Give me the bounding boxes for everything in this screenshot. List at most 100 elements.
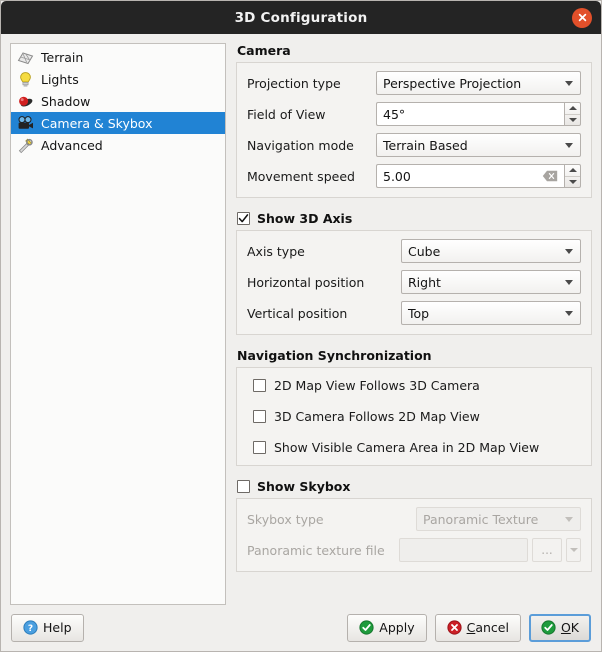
horizontal-position-value: Right (408, 274, 441, 290)
check-mark-icon (238, 214, 249, 223)
page-title: 3D Configuration (234, 9, 368, 26)
checkbox-box[interactable] (237, 212, 250, 225)
navigation-mode-select[interactable]: Terrain Based (376, 133, 581, 157)
close-icon (578, 13, 586, 22)
show-3d-axis-checkbox[interactable]: Show 3D Axis (237, 211, 592, 226)
checkbox-box[interactable] (237, 480, 250, 493)
sidebar-item-terrain[interactable]: Terrain (11, 46, 225, 68)
camera-section-title: Camera (237, 43, 291, 58)
chevron-down-icon (569, 548, 578, 552)
texture-file-input (399, 538, 528, 562)
checkbox-label: 2D Map View Follows 3D Camera (274, 378, 480, 393)
sidebar-item-label: Advanced (41, 137, 103, 153)
field-of-view-label: Field of View (247, 106, 326, 122)
texture-file-row: Panoramic texture file ... (247, 538, 581, 562)
dialog-footer: ? Help Apply Cancel OK (1, 604, 601, 651)
apply-button[interactable]: Apply (347, 613, 427, 642)
movement-speed-value: 5.00 (383, 168, 411, 184)
navigation-mode-label: Navigation mode (247, 137, 354, 153)
help-button[interactable]: ? Help (11, 613, 84, 642)
dialog-window: 3D Configuration Terrain Lights Shadow C… (0, 0, 602, 652)
skybox-group: Skybox type Panoramic Texture Panoramic … (236, 498, 592, 572)
triangle-up-icon (568, 106, 577, 111)
clear-icon[interactable] (542, 170, 558, 182)
sidebar-item-label: Shadow (41, 93, 91, 109)
show-skybox-checkbox[interactable]: Show Skybox (237, 479, 592, 494)
spin-up-button[interactable] (565, 103, 580, 115)
projection-type-select[interactable]: Perspective Projection (376, 71, 581, 95)
title-bar: 3D Configuration (1, 1, 601, 34)
skybox-type-row: Skybox type Panoramic Texture (247, 507, 581, 531)
skybox-type-select: Panoramic Texture (416, 507, 581, 531)
spin-down-button[interactable] (565, 177, 580, 188)
axis-type-label: Axis type (247, 243, 305, 259)
skybox-type-value: Panoramic Texture (423, 511, 539, 527)
sidebar: Terrain Lights Shadow Camera & Skybox Ad… (10, 43, 226, 605)
checkbox-box[interactable] (253, 379, 266, 392)
cancel-button-label: Cancel (466, 620, 509, 635)
show-3d-axis-label: Show 3D Axis (257, 211, 353, 226)
ok-button-label: OK (560, 620, 579, 635)
chevron-down-icon (565, 249, 573, 254)
checkbox-label: 3D Camera Follows 2D Map View (274, 409, 480, 424)
axis-type-row: Axis type Cube (247, 239, 581, 263)
chevron-down-icon (565, 81, 573, 86)
help-button-label: Help (43, 620, 72, 635)
apply-button-label: Apply (379, 620, 415, 635)
projection-type-value: Perspective Projection (383, 75, 522, 91)
sidebar-item-lights[interactable]: Lights (11, 68, 225, 90)
help-icon: ? (23, 620, 38, 635)
navigation-mode-row: Navigation mode Terrain Based (247, 133, 581, 157)
field-of-view-input[interactable]: 45° (376, 102, 564, 126)
check-icon (359, 620, 374, 635)
triangle-down-icon (568, 179, 577, 184)
chevron-down-icon (565, 517, 573, 522)
camera-icon (18, 115, 33, 129)
sidebar-item-camera-skybox[interactable]: Camera & Skybox (11, 112, 225, 134)
field-of-view-stepper[interactable]: 45° (376, 102, 581, 126)
chevron-down-icon (565, 311, 573, 316)
vertical-position-value: Top (408, 305, 430, 321)
movement-speed-stepper[interactable]: 5.00 (376, 164, 581, 188)
close-button[interactable] (572, 7, 592, 28)
browse-button: ... (532, 538, 562, 562)
field-of-view-value: 45° (383, 106, 406, 122)
vertical-position-select[interactable]: Top (401, 301, 581, 325)
checkbox-3d-follows-2d[interactable]: 3D Camera Follows 2D Map View (253, 405, 581, 428)
spin-down-button[interactable] (565, 115, 580, 126)
projection-type-label: Projection type (247, 75, 341, 91)
axis-group: Axis type Cube Horizontal position Right… (236, 230, 592, 335)
checkbox-show-visible-camera-area[interactable]: Show Visible Camera Area in 2D Map View (253, 436, 581, 459)
axis-type-select[interactable]: Cube (401, 239, 581, 263)
navsync-section-title: Navigation Synchronization (237, 348, 432, 363)
show-skybox-label: Show Skybox (257, 479, 351, 494)
checkbox-box[interactable] (253, 410, 266, 423)
tools-icon (18, 138, 33, 153)
horizontal-position-row: Horizontal position Right (247, 270, 581, 294)
axis-type-value: Cube (408, 243, 441, 259)
horizontal-position-select[interactable]: Right (401, 270, 581, 294)
triangle-down-icon (568, 117, 577, 122)
sidebar-item-advanced[interactable]: Advanced (11, 134, 225, 156)
vertical-position-row: Vertical position Top (247, 301, 581, 325)
ok-button[interactable]: OK (528, 613, 591, 642)
movement-speed-label: Movement speed (247, 168, 355, 184)
field-of-view-row: Field of View 45° (247, 102, 581, 126)
svg-text:?: ? (28, 624, 33, 634)
sidebar-item-label: Lights (41, 71, 79, 87)
sidebar-item-shadow[interactable]: Shadow (11, 90, 225, 112)
movement-speed-spin-buttons[interactable] (564, 164, 581, 188)
field-of-view-spin-buttons[interactable] (564, 102, 581, 126)
spin-up-button[interactable] (565, 165, 580, 177)
camera-group: Projection type Perspective Projection F… (236, 62, 592, 198)
dialog-body: Terrain Lights Shadow Camera & Skybox Ad… (1, 34, 601, 651)
checkbox-2d-follows-3d[interactable]: 2D Map View Follows 3D Camera (253, 374, 581, 397)
movement-speed-input[interactable]: 5.00 (376, 164, 564, 188)
horizontal-position-label: Horizontal position (247, 274, 365, 290)
sidebar-item-label: Terrain (41, 49, 84, 65)
lightbulb-icon (20, 71, 31, 87)
cancel-button[interactable]: Cancel (434, 613, 521, 642)
terrain-icon (17, 51, 34, 64)
checkbox-box[interactable] (253, 441, 266, 454)
chevron-down-icon (565, 143, 573, 148)
